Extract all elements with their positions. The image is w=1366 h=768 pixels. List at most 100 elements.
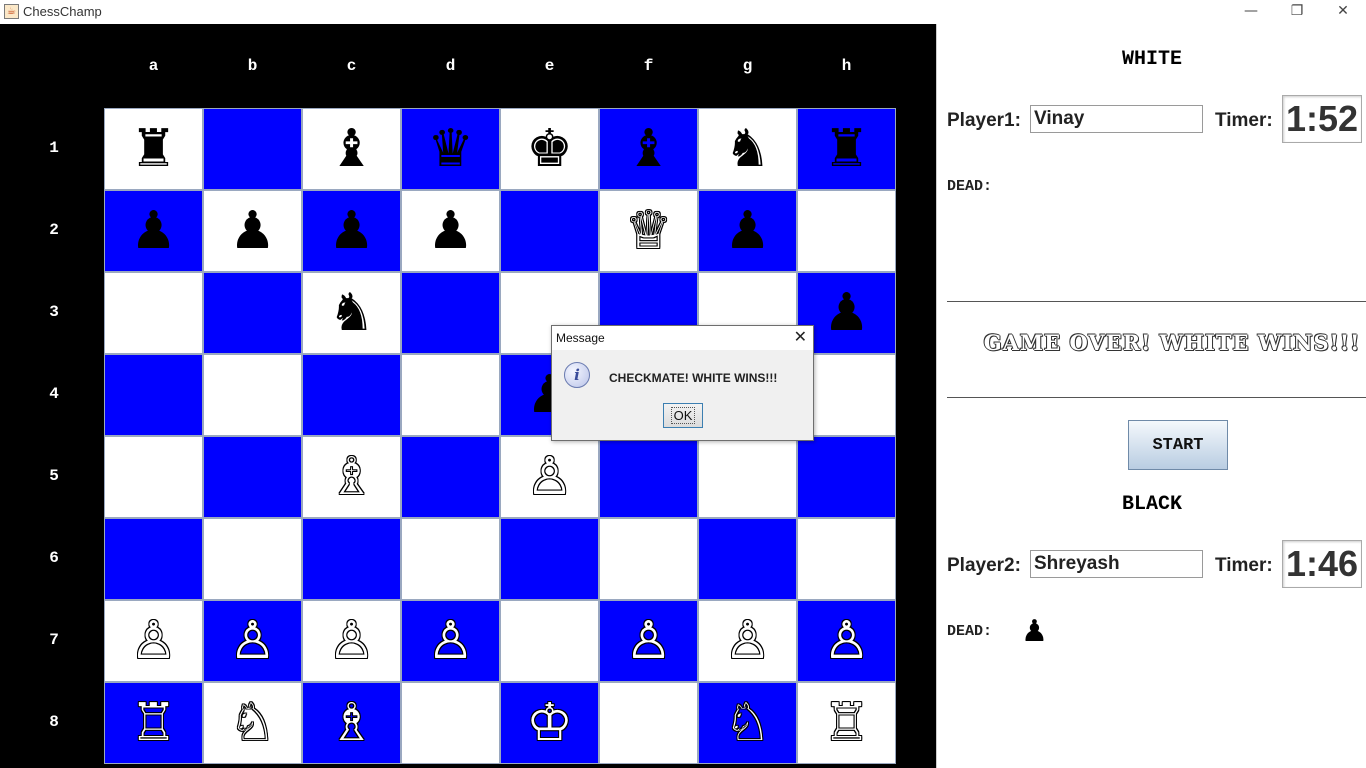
- ok-button[interactable]: OK: [663, 403, 703, 428]
- square-b8[interactable]: ♘: [203, 682, 302, 764]
- player2-name-input[interactable]: [1030, 550, 1203, 578]
- square-d8[interactable]: [401, 682, 500, 764]
- square-c3[interactable]: ♞: [302, 272, 401, 354]
- chess-piece[interactable]: ♞: [328, 287, 375, 339]
- square-c7[interactable]: ♙: [302, 600, 401, 682]
- chess-piece[interactable]: ♟: [229, 205, 276, 257]
- square-f2[interactable]: ♕: [599, 190, 698, 272]
- close-button[interactable]: ✕: [1320, 0, 1366, 24]
- minimize-button[interactable]: —: [1228, 0, 1274, 24]
- square-c8[interactable]: ♗: [302, 682, 401, 764]
- chess-piece[interactable]: ♙: [724, 615, 771, 667]
- chess-piece[interactable]: ♞: [724, 123, 771, 175]
- file-label-c: c: [346, 57, 357, 75]
- square-g1[interactable]: ♞: [698, 108, 797, 190]
- chess-piece[interactable]: ♖: [823, 697, 870, 749]
- square-g2[interactable]: ♟: [698, 190, 797, 272]
- square-f5[interactable]: [599, 436, 698, 518]
- square-d4[interactable]: [401, 354, 500, 436]
- chess-piece[interactable]: ♕: [625, 205, 672, 257]
- chess-piece[interactable]: ♝: [328, 123, 375, 175]
- square-d2[interactable]: ♟: [401, 190, 500, 272]
- square-b2[interactable]: ♟: [203, 190, 302, 272]
- square-g5[interactable]: [698, 436, 797, 518]
- white-dead-label: DEAD:: [947, 178, 993, 195]
- square-h8[interactable]: ♖: [797, 682, 896, 764]
- square-c5[interactable]: ♗: [302, 436, 401, 518]
- square-d7[interactable]: ♙: [401, 600, 500, 682]
- square-d3[interactable]: [401, 272, 500, 354]
- chess-piece[interactable]: ♙: [130, 615, 177, 667]
- square-b7[interactable]: ♙: [203, 600, 302, 682]
- dialog-close-icon[interactable]: ✕: [794, 327, 807, 346]
- square-h5[interactable]: [797, 436, 896, 518]
- square-a6[interactable]: [104, 518, 203, 600]
- chess-piece[interactable]: ♘: [724, 697, 771, 749]
- square-a2[interactable]: ♟: [104, 190, 203, 272]
- square-c4[interactable]: [302, 354, 401, 436]
- square-a7[interactable]: ♙: [104, 600, 203, 682]
- square-b4[interactable]: [203, 354, 302, 436]
- square-d5[interactable]: [401, 436, 500, 518]
- file-label-g: g: [742, 57, 753, 75]
- chess-piece[interactable]: ♖: [130, 697, 177, 749]
- square-d1[interactable]: ♛: [401, 108, 500, 190]
- square-b6[interactable]: [203, 518, 302, 600]
- square-a8[interactable]: ♖: [104, 682, 203, 764]
- square-g6[interactable]: [698, 518, 797, 600]
- chess-piece[interactable]: ♝: [625, 123, 672, 175]
- black-timer-display: 1:46: [1282, 540, 1362, 588]
- chess-piece[interactable]: ♛: [427, 123, 474, 175]
- square-a3[interactable]: [104, 272, 203, 354]
- square-h7[interactable]: ♙: [797, 600, 896, 682]
- chess-piece[interactable]: ♙: [328, 615, 375, 667]
- square-a5[interactable]: [104, 436, 203, 518]
- chess-piece[interactable]: ♜: [823, 123, 870, 175]
- square-e1[interactable]: ♚: [500, 108, 599, 190]
- white-timer-display: 1:52: [1282, 95, 1362, 143]
- chess-piece[interactable]: ♟: [724, 205, 771, 257]
- square-d6[interactable]: [401, 518, 500, 600]
- square-b5[interactable]: [203, 436, 302, 518]
- chess-piece[interactable]: ♜: [130, 123, 177, 175]
- chess-piece[interactable]: ♙: [427, 615, 474, 667]
- square-h2[interactable]: [797, 190, 896, 272]
- chess-piece[interactable]: ♙: [823, 615, 870, 667]
- chess-piece[interactable]: ♗: [328, 697, 375, 749]
- player1-label: Player1:: [947, 110, 1021, 131]
- chess-piece[interactable]: ♟: [130, 205, 177, 257]
- square-e8[interactable]: ♔: [500, 682, 599, 764]
- square-f8[interactable]: [599, 682, 698, 764]
- chess-piece[interactable]: ♚: [526, 123, 573, 175]
- square-c6[interactable]: [302, 518, 401, 600]
- start-button[interactable]: START: [1128, 420, 1228, 470]
- square-f6[interactable]: [599, 518, 698, 600]
- square-c1[interactable]: ♝: [302, 108, 401, 190]
- square-e5[interactable]: ♙: [500, 436, 599, 518]
- square-e7[interactable]: [500, 600, 599, 682]
- square-a1[interactable]: ♜: [104, 108, 203, 190]
- player1-name-input[interactable]: [1030, 105, 1203, 133]
- chess-piece[interactable]: ♙: [229, 615, 276, 667]
- square-e6[interactable]: [500, 518, 599, 600]
- chess-piece[interactable]: ♟: [823, 287, 870, 339]
- square-g8[interactable]: ♘: [698, 682, 797, 764]
- square-b1[interactable]: [203, 108, 302, 190]
- square-h6[interactable]: [797, 518, 896, 600]
- chess-piece[interactable]: ♙: [526, 451, 573, 503]
- restore-button[interactable]: ❐: [1274, 0, 1320, 24]
- chess-piece[interactable]: ♟: [427, 205, 474, 257]
- square-f1[interactable]: ♝: [599, 108, 698, 190]
- chess-piece[interactable]: ♟: [328, 205, 375, 257]
- chess-piece[interactable]: ♗: [328, 451, 375, 503]
- square-a4[interactable]: [104, 354, 203, 436]
- square-g7[interactable]: ♙: [698, 600, 797, 682]
- chess-piece[interactable]: ♙: [625, 615, 672, 667]
- square-b3[interactable]: [203, 272, 302, 354]
- square-e2[interactable]: [500, 190, 599, 272]
- square-c2[interactable]: ♟: [302, 190, 401, 272]
- chess-piece[interactable]: ♔: [526, 697, 573, 749]
- square-f7[interactable]: ♙: [599, 600, 698, 682]
- square-h1[interactable]: ♜: [797, 108, 896, 190]
- chess-piece[interactable]: ♘: [229, 697, 276, 749]
